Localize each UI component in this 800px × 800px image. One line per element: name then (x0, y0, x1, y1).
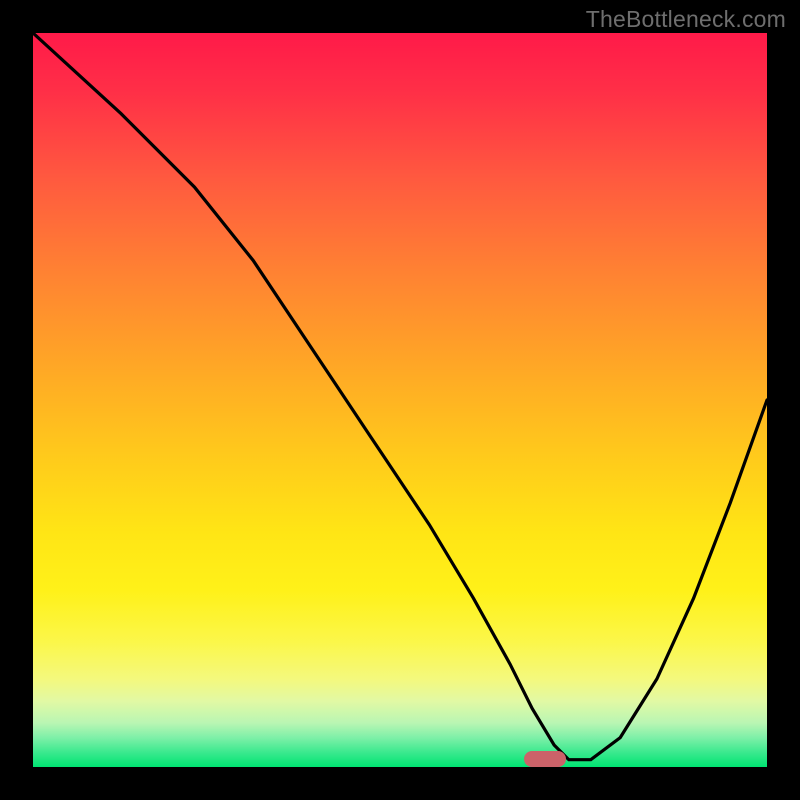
bottleneck-curve (33, 33, 767, 767)
chart-frame: TheBottleneck.com (0, 0, 800, 800)
plot-area (33, 33, 767, 767)
optimal-marker (524, 751, 566, 767)
watermark-text: TheBottleneck.com (586, 6, 786, 33)
curve-path (33, 33, 767, 760)
